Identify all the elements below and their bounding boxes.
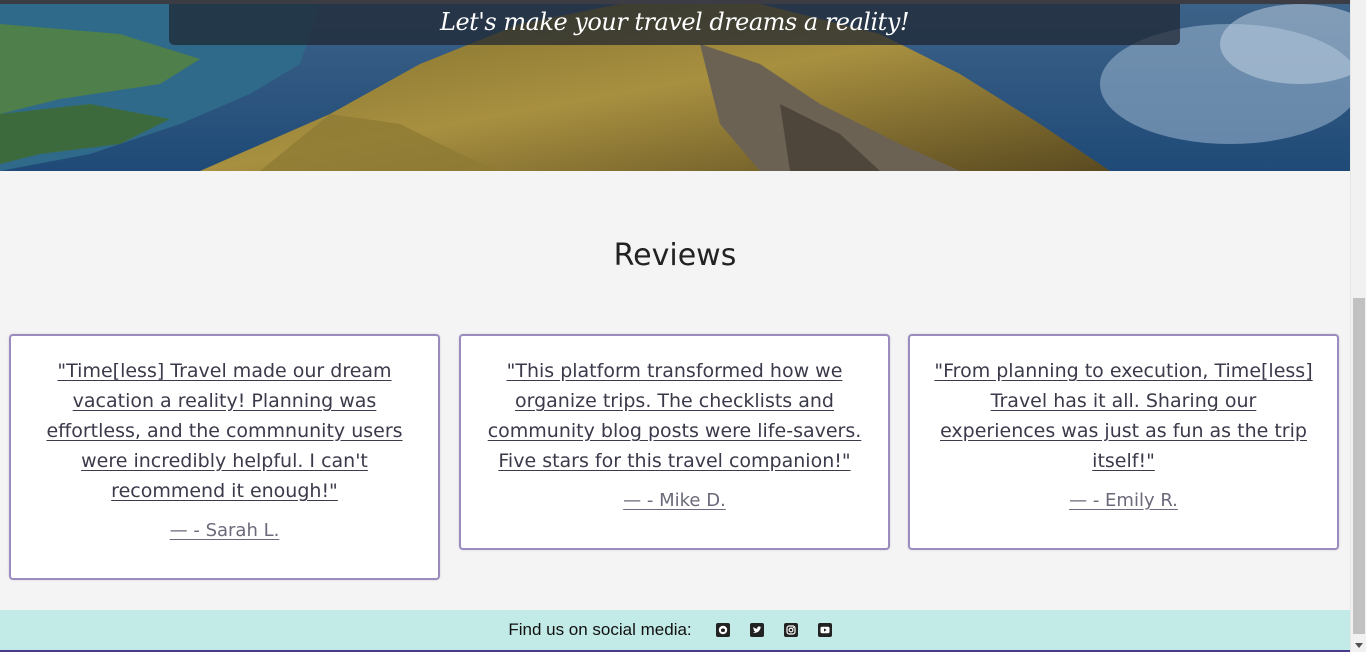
reviews-heading: Reviews — [613, 238, 737, 273]
review-card: "Time[less] Travel made our dream vacati… — [9, 334, 440, 580]
scroll-down-arrow-icon[interactable] — [1355, 643, 1363, 648]
instagram-icon[interactable] — [783, 623, 798, 637]
review-quote-link[interactable]: "From planning to execution, Time[less] … — [932, 356, 1315, 476]
review-card: "From planning to execution, Time[less] … — [908, 334, 1339, 550]
review-quote-link[interactable]: "This platform transformed how we organi… — [483, 356, 866, 476]
review-author-link[interactable]: — - Sarah L. — [170, 520, 280, 541]
hero-tagline: Let's make your travel dreams a reality! — [440, 7, 910, 36]
youtube-icon[interactable] — [817, 623, 832, 637]
vertical-scrollbar[interactable] — [1350, 0, 1366, 652]
hero-image: Let's make your travel dreams a reality! — [0, 4, 1350, 171]
scrollbar-thumb[interactable] — [1353, 298, 1365, 634]
review-author-link[interactable]: — - Mike D. — [623, 490, 726, 511]
footer: Find us on social media: — [0, 610, 1350, 652]
github-icon[interactable] — [715, 623, 730, 637]
review-quote-link[interactable]: "Time[less] Travel made our dream vacati… — [33, 356, 416, 506]
twitter-icon[interactable] — [749, 623, 764, 637]
review-author-link[interactable]: — - Emily R. — [1069, 490, 1178, 511]
social-media-label: Find us on social media: — [508, 620, 692, 639]
hero-banner: Let's make your travel dreams a reality! — [169, 4, 1180, 45]
review-card: "This platform transformed how we organi… — [459, 334, 890, 550]
